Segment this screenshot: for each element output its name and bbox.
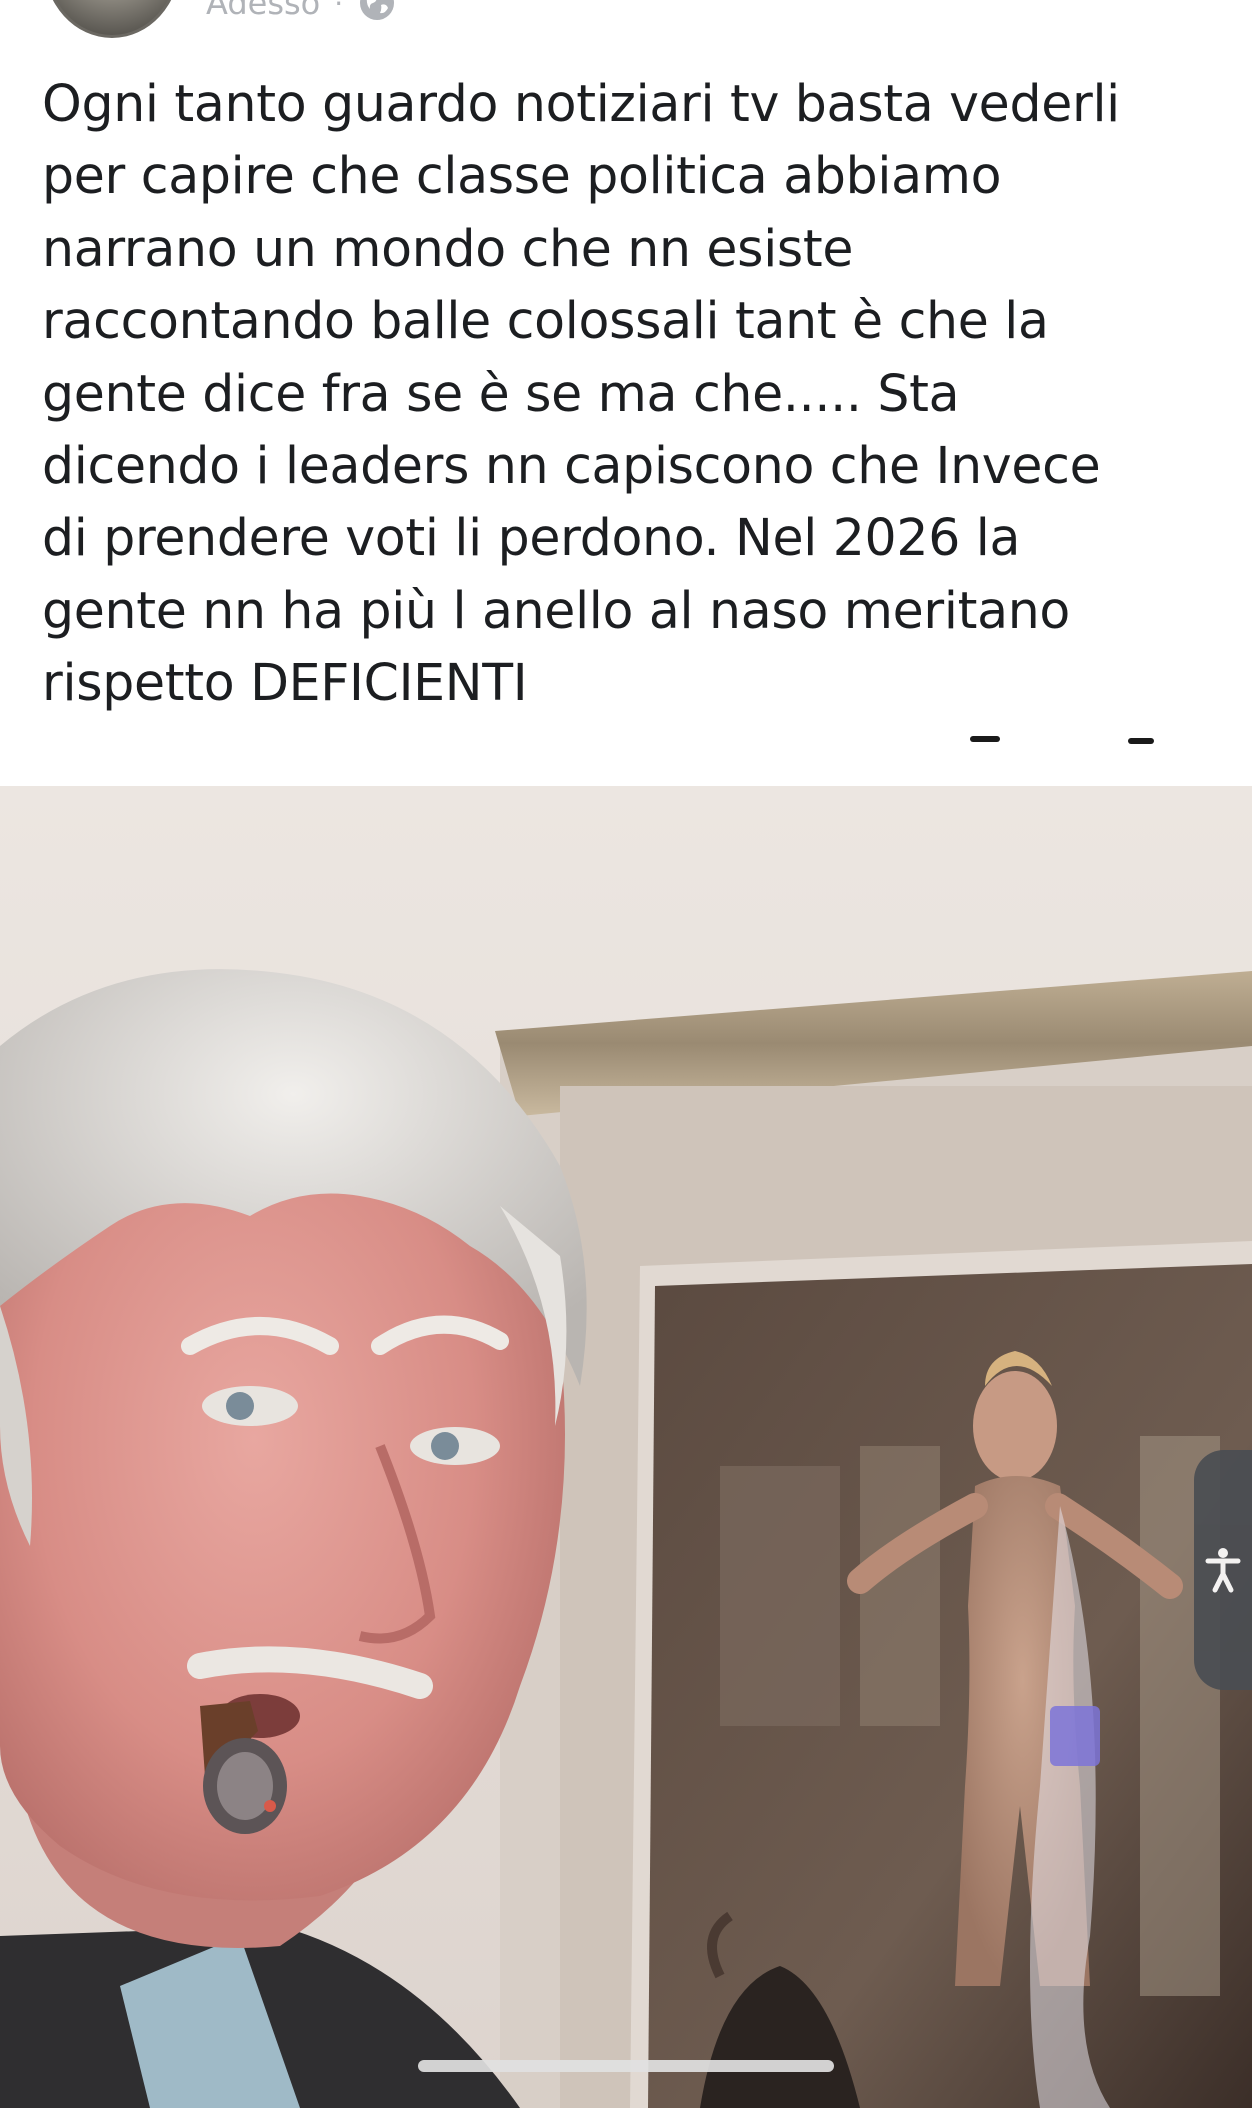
globe-icon[interactable] xyxy=(357,0,397,23)
home-indicator[interactable] xyxy=(418,2060,834,2072)
emoji-fragment xyxy=(970,736,1000,742)
meta-separator: · xyxy=(334,0,344,20)
post-timestamp[interactable]: Adesso xyxy=(206,0,320,22)
accessibility-tab[interactable] xyxy=(1194,1450,1252,1690)
author-avatar[interactable] xyxy=(44,0,180,38)
post-text: Ogni tanto guardo notiziari tv basta ved… xyxy=(42,74,1120,713)
accessibility-person-icon xyxy=(1205,1548,1241,1593)
emoji-fragment xyxy=(1128,738,1154,744)
reaction-emoji-strip xyxy=(0,728,1252,784)
post-photo[interactable] xyxy=(0,786,1252,2108)
post-meta: Adesso · xyxy=(206,0,397,23)
post-header: Adesso · xyxy=(0,0,1252,46)
